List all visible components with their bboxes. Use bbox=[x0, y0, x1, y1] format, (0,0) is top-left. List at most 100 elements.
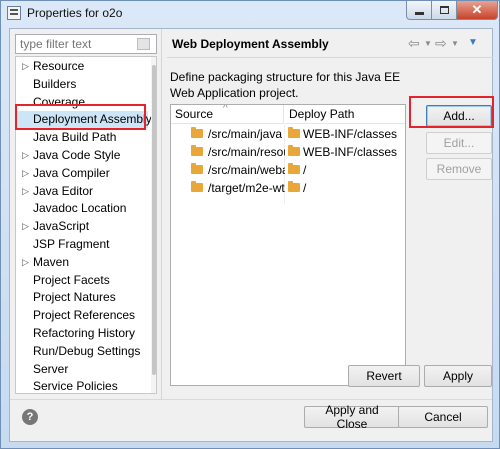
column-header-deploy-path[interactable]: Deploy Path bbox=[285, 105, 405, 124]
tree-item-server[interactable]: Server bbox=[16, 361, 148, 378]
tree-item-run-debug-settings[interactable]: Run/Debug Settings bbox=[16, 343, 148, 360]
apply-and-close-button[interactable]: Apply and Close bbox=[304, 403, 400, 431]
close-window-button[interactable]: ✕ bbox=[456, 1, 498, 20]
tree-item-label: Service Policies bbox=[33, 379, 118, 394]
maximize-icon bbox=[439, 6, 449, 14]
expand-chevron-icon[interactable]: ▷ bbox=[22, 254, 29, 271]
deploy-header-label: Deploy Path bbox=[289, 107, 355, 121]
tree-item-javascript[interactable]: ▷ JavaScript bbox=[16, 218, 148, 235]
table-row[interactable]: /src/main/java WEB-INF/classes bbox=[171, 125, 405, 143]
properties-dialog: Properties for o2o ✕ ▷ Resource Builders Co… bbox=[0, 0, 500, 449]
deploy-path-cell: / bbox=[303, 163, 307, 177]
tree-item-refactoring-history[interactable]: Refactoring History bbox=[16, 325, 148, 342]
expand-chevron-icon[interactable]: ▷ bbox=[22, 183, 29, 200]
source-header-label: Source bbox=[175, 107, 214, 121]
panel-divider[interactable] bbox=[161, 29, 162, 399]
dialog-content: ▷ Resource Builders Coverage Deployment Asse… bbox=[9, 28, 493, 442]
folder-icon bbox=[288, 181, 300, 192]
tree-item-resource[interactable]: ▷ Resource bbox=[16, 58, 148, 75]
tree-item-coverage[interactable]: Coverage bbox=[16, 94, 148, 111]
tree-item-label: Run/Debug Settings bbox=[33, 343, 141, 358]
tree-item-label: Java Editor bbox=[33, 183, 94, 198]
folder-icon bbox=[288, 145, 300, 156]
tree-item-java-compiler[interactable]: ▷ Java Compiler bbox=[16, 165, 148, 182]
tree-item-label: Maven bbox=[33, 254, 70, 269]
minimize-icon bbox=[414, 11, 424, 15]
tree-item-label: Refactoring History bbox=[33, 326, 136, 340]
tree-item-deployment-assembly[interactable]: Deployment Assembly bbox=[16, 111, 152, 129]
tree-item-label: Resource bbox=[33, 59, 85, 73]
forward-dropdown-icon[interactable]: ▼ bbox=[451, 39, 459, 48]
deployment-table: Source ^ Deploy Path /src/main/java WEB-I… bbox=[170, 104, 406, 386]
help-icon[interactable]: ? bbox=[22, 409, 38, 425]
page-description: Define packaging structure for this Java… bbox=[170, 70, 401, 100]
tree-item-label: Coverage bbox=[33, 94, 86, 109]
filter-input[interactable] bbox=[15, 34, 157, 54]
page-navigation: ⇦ ▼ ⇨ ▼ ▼ bbox=[408, 35, 490, 51]
table-row[interactable]: /target/m2e-wtp/web-resources / bbox=[171, 179, 405, 197]
edit-button[interactable]: Edit... bbox=[426, 132, 492, 154]
deploy-path-cell: WEB-INF/classes bbox=[303, 145, 398, 159]
window-app-icon bbox=[7, 6, 21, 20]
back-arrow-icon[interactable]: ⇦ bbox=[408, 35, 420, 52]
expand-chevron-icon[interactable]: ▷ bbox=[22, 165, 29, 182]
page-title: Web Deployment Assembly bbox=[172, 37, 329, 51]
tree-item-label: Javadoc Location bbox=[33, 201, 127, 216]
maximize-button[interactable] bbox=[431, 1, 457, 20]
property-pages-tree: ▷ Resource Builders Coverage Deployment Asse… bbox=[15, 56, 157, 394]
tree-scrollbar-thumb[interactable] bbox=[152, 65, 156, 375]
tree-item-label: Java Compiler bbox=[33, 165, 110, 180]
tree-item-java-editor[interactable]: ▷ Java Editor bbox=[16, 183, 148, 200]
title-bar[interactable]: Properties for o2o ✕ bbox=[1, 1, 499, 27]
tree-item-project-natures[interactable]: Project Natures bbox=[16, 289, 148, 306]
tree-item-label: Builders bbox=[33, 76, 77, 91]
tree-item-label: Server bbox=[33, 361, 69, 376]
apply-button[interactable]: Apply bbox=[424, 365, 492, 387]
tree-item-java-build-path[interactable]: Java Build Path bbox=[16, 129, 148, 146]
view-menu-icon[interactable]: ▼ bbox=[468, 37, 478, 48]
back-dropdown-icon[interactable]: ▼ bbox=[424, 39, 432, 48]
expand-chevron-icon[interactable]: ▷ bbox=[22, 147, 29, 164]
source-cell: /src/main/resources bbox=[208, 145, 285, 159]
add-button[interactable]: Add... bbox=[426, 105, 492, 127]
tree-item-project-references[interactable]: Project References bbox=[16, 307, 148, 324]
tree-item-maven[interactable]: ▷ Maven bbox=[16, 254, 148, 271]
expand-chevron-icon[interactable]: ▷ bbox=[22, 58, 29, 75]
close-icon: ✕ bbox=[471, 2, 483, 17]
tree-item-label: Deployment Assembly bbox=[33, 112, 152, 127]
revert-button[interactable]: Revert bbox=[348, 365, 420, 387]
minimize-button[interactable] bbox=[406, 1, 432, 20]
folder-icon bbox=[191, 145, 203, 156]
forward-arrow-icon[interactable]: ⇨ bbox=[435, 35, 447, 52]
tree-scrollbar[interactable] bbox=[151, 57, 156, 393]
folder-icon bbox=[191, 163, 203, 174]
sort-ascending-icon: ^ bbox=[223, 104, 228, 114]
deploy-path-cell: WEB-INF/classes bbox=[303, 127, 398, 141]
tree-item-project-facets[interactable]: Project Facets bbox=[16, 272, 148, 289]
tree-item-java-code-style[interactable]: ▷ Java Code Style bbox=[16, 147, 148, 164]
source-cell: /src/main/webapp bbox=[208, 163, 285, 177]
tree-item-label: Project References bbox=[33, 308, 136, 323]
expand-chevron-icon[interactable]: ▷ bbox=[22, 218, 29, 235]
tree-item-builders[interactable]: Builders bbox=[16, 76, 148, 93]
column-header-source[interactable]: Source ^ bbox=[171, 105, 284, 124]
title-separator bbox=[167, 57, 493, 58]
tree-item-jsp-fragment[interactable]: JSP Fragment bbox=[16, 236, 148, 253]
table-row[interactable]: /src/main/resources WEB-INF/classes bbox=[171, 143, 405, 161]
folder-icon bbox=[191, 127, 203, 138]
source-cell: /target/m2e-wtp/web-resources bbox=[208, 181, 285, 195]
window-title: Properties for o2o bbox=[27, 6, 123, 20]
cancel-button[interactable]: Cancel bbox=[398, 406, 488, 428]
source-cell: /src/main/java bbox=[208, 127, 283, 141]
tree-item-label: Project Natures bbox=[33, 290, 116, 305]
tree-item-javadoc-location[interactable]: Javadoc Location bbox=[16, 200, 148, 217]
remove-button[interactable]: Remove bbox=[426, 158, 492, 180]
table-row[interactable]: /src/main/webapp / bbox=[171, 161, 405, 179]
folder-icon bbox=[288, 127, 300, 138]
clear-filter-icon[interactable] bbox=[137, 38, 150, 50]
tree-item-service-policies[interactable]: Service Policies bbox=[16, 378, 148, 394]
folder-icon bbox=[288, 163, 300, 174]
folder-icon bbox=[191, 181, 203, 192]
tree-item-label: Java Build Path bbox=[33, 130, 117, 145]
deploy-path-cell: / bbox=[303, 181, 307, 195]
